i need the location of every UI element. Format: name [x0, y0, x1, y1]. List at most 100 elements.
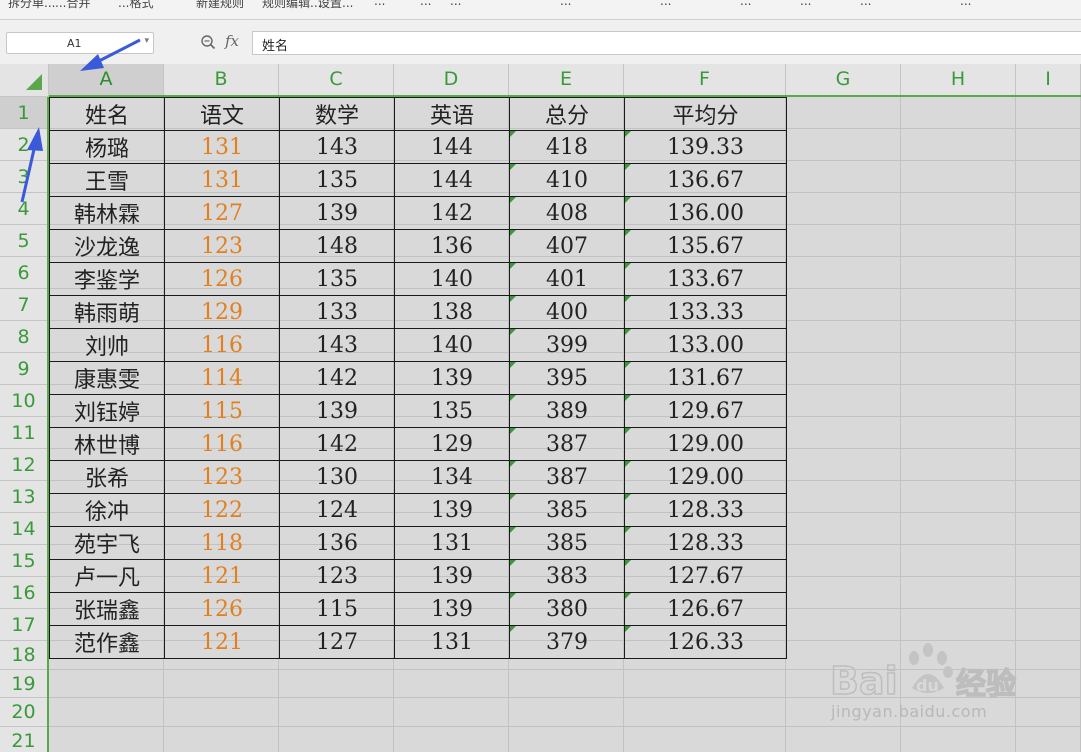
table-cell[interactable]: 129	[394, 427, 510, 461]
toolbar-item[interactable]: ...	[374, 0, 385, 8]
table-cell[interactable]: 136	[394, 229, 510, 263]
table-cell[interactable]: 136.67	[624, 163, 787, 197]
table-cell[interactable]: 133.33	[624, 295, 787, 329]
table-cell[interactable]: 131	[164, 130, 280, 164]
table-cell[interactable]: 韩雨萌	[49, 295, 165, 329]
table-cell[interactable]: 康惠雯	[49, 361, 165, 395]
toolbar-item[interactable]: ...	[800, 0, 811, 8]
row-header-17[interactable]: 17	[0, 609, 47, 641]
table-cell[interactable]: 144	[394, 163, 510, 197]
table-cell[interactable]: 138	[394, 295, 510, 329]
table-cell[interactable]: 148	[279, 229, 395, 263]
table-cell[interactable]: 395	[509, 361, 625, 395]
table-cell[interactable]: 124	[279, 493, 395, 527]
table-cell[interactable]: 129.00	[624, 427, 787, 461]
table-cell[interactable]: 140	[394, 328, 510, 362]
table-cell[interactable]: 116	[164, 427, 280, 461]
column-header-e[interactable]: E	[509, 64, 624, 95]
table-cell[interactable]: 129	[164, 295, 280, 329]
row-header-8[interactable]: 8	[0, 321, 47, 353]
toolbar-item[interactable]: ...	[860, 0, 871, 8]
table-cell[interactable]: 127	[164, 196, 280, 230]
toolbar-item[interactable]: ...格式	[118, 0, 153, 11]
chevron-down-icon[interactable]: ▾	[144, 36, 149, 46]
table-cell[interactable]: 133	[279, 295, 395, 329]
row-header-18[interactable]: 18	[0, 641, 47, 670]
row-header-2[interactable]: 2	[0, 129, 47, 161]
table-cell[interactable]: 张瑞鑫	[49, 592, 165, 626]
table-cell[interactable]: 林世博	[49, 427, 165, 461]
select-all-corner[interactable]	[0, 64, 49, 97]
table-cell[interactable]: 387	[509, 427, 625, 461]
toolbar-item[interactable]: 新建规则	[196, 0, 244, 11]
table-cell[interactable]: 126	[164, 592, 280, 626]
table-cell[interactable]: 118	[164, 526, 280, 560]
table-cell[interactable]: 115	[164, 394, 280, 428]
formula-input[interactable]: 姓名	[252, 31, 1081, 55]
toolbar-item[interactable]: ...合并	[55, 0, 90, 11]
table-cell[interactable]: 杨璐	[49, 130, 165, 164]
table-cell[interactable]: 133.00	[624, 328, 787, 362]
toolbar-item[interactable]: ...	[420, 0, 431, 8]
row-header-12[interactable]: 12	[0, 449, 47, 481]
table-cell[interactable]: 142	[394, 196, 510, 230]
zoom-icon[interactable]	[200, 34, 216, 50]
row-header-20[interactable]: 20	[0, 698, 47, 727]
table-cell[interactable]: 韩林霖	[49, 196, 165, 230]
table-cell[interactable]: 385	[509, 526, 625, 560]
table-cell[interactable]: 143	[279, 328, 395, 362]
table-cell[interactable]: 129.00	[624, 460, 787, 494]
table-cell[interactable]: 135	[279, 262, 395, 296]
table-cell[interactable]: 407	[509, 229, 625, 263]
table-cell[interactable]: 135	[394, 394, 510, 428]
table-cell[interactable]: 143	[279, 130, 395, 164]
table-cell[interactable]: 139	[279, 394, 395, 428]
table-cell[interactable]: 142	[279, 361, 395, 395]
table-cell[interactable]: 123	[279, 559, 395, 593]
table-cell[interactable]: 380	[509, 592, 625, 626]
table-cell[interactable]: 130	[279, 460, 395, 494]
table-cell[interactable]: 383	[509, 559, 625, 593]
table-cell[interactable]: 徐冲	[49, 493, 165, 527]
table-cell[interactable]: 139	[279, 196, 395, 230]
header-cell[interactable]: 姓名	[49, 97, 165, 131]
table-cell[interactable]: 131	[394, 625, 510, 659]
header-cell[interactable]: 语文	[164, 97, 280, 131]
column-header-f[interactable]: F	[624, 64, 786, 95]
header-cell[interactable]: 英语	[394, 97, 510, 131]
row-header-11[interactable]: 11	[0, 417, 47, 449]
row-header-13[interactable]: 13	[0, 481, 47, 513]
table-cell[interactable]: 418	[509, 130, 625, 164]
column-header-g[interactable]: G	[786, 64, 901, 95]
table-cell[interactable]: 389	[509, 394, 625, 428]
column-header-b[interactable]: B	[164, 64, 279, 95]
table-cell[interactable]: 408	[509, 196, 625, 230]
table-cell[interactable]: 121	[164, 559, 280, 593]
table-cell[interactable]: 135	[279, 163, 395, 197]
table-cell[interactable]: 410	[509, 163, 625, 197]
row-header-6[interactable]: 6	[0, 257, 47, 289]
table-cell[interactable]: 135.67	[624, 229, 787, 263]
table-cell[interactable]: 刘帅	[49, 328, 165, 362]
row-header-1[interactable]: 1	[0, 97, 47, 129]
table-cell[interactable]: 129.67	[624, 394, 787, 428]
table-cell[interactable]: 139.33	[624, 130, 787, 164]
table-cell[interactable]: 苑宇飞	[49, 526, 165, 560]
table-cell[interactable]: 115	[279, 592, 395, 626]
table-cell[interactable]: 122	[164, 493, 280, 527]
table-cell[interactable]: 127	[279, 625, 395, 659]
toolbar-item[interactable]: 规则编辑...	[262, 0, 321, 11]
table-cell[interactable]: 399	[509, 328, 625, 362]
table-cell[interactable]: 116	[164, 328, 280, 362]
table-cell[interactable]: 400	[509, 295, 625, 329]
table-cell[interactable]: 126.33	[624, 625, 787, 659]
row-header-7[interactable]: 7	[0, 289, 47, 321]
table-cell[interactable]: 127.67	[624, 559, 787, 593]
table-cell[interactable]: 123	[164, 229, 280, 263]
row-header-15[interactable]: 15	[0, 545, 47, 577]
row-header-5[interactable]: 5	[0, 225, 47, 257]
table-cell[interactable]: 114	[164, 361, 280, 395]
table-cell[interactable]: 401	[509, 262, 625, 296]
header-cell[interactable]: 总分	[509, 97, 625, 131]
table-cell[interactable]: 123	[164, 460, 280, 494]
